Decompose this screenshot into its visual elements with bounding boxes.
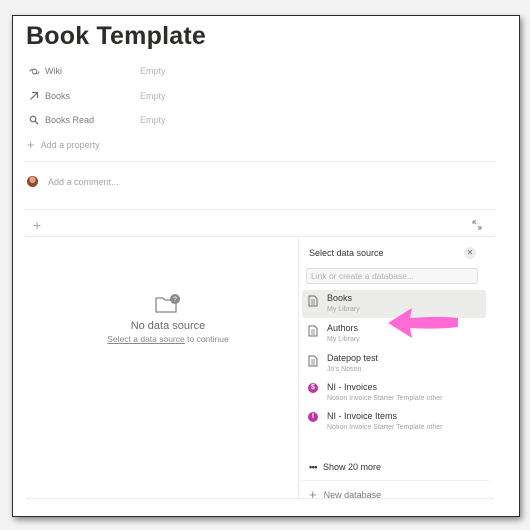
data-source-item-ni-invoice-items[interactable]: I NI - Invoice Items Notion Invoice Star… — [302, 408, 486, 436]
item-name: Authors — [327, 323, 359, 333]
page-title[interactable]: Book Template — [26, 22, 206, 51]
property-label: Books — [45, 91, 71, 101]
notion-page-window: Book Template Wiki Empty Books Empty Boo… — [12, 15, 520, 517]
plus-icon: + — [309, 487, 317, 502]
divider — [26, 498, 494, 499]
item-name: NI - Invoice Items — [327, 411, 398, 421]
select-data-source-panel: Select data source ✕ Link or create a da… — [298, 237, 495, 502]
property-value[interactable]: Empty — [140, 115, 166, 125]
divider — [26, 209, 494, 210]
page-icon — [308, 324, 319, 337]
property-value[interactable]: Empty — [140, 91, 166, 101]
item-name: Datepop test — [327, 353, 379, 363]
divider — [302, 480, 489, 481]
property-label: Wiki — [45, 66, 62, 76]
database-search-input[interactable]: Link or create a database... — [306, 268, 478, 284]
property-row-wiki[interactable]: Wiki Empty — [27, 61, 166, 81]
data-source-item-datepop-test[interactable]: Datepop test Jo's Notion — [302, 350, 486, 378]
avatar — [27, 176, 38, 187]
divider — [26, 161, 494, 162]
close-icon[interactable]: ✕ — [464, 247, 476, 259]
item-workspace: Jo's Notion — [327, 366, 362, 373]
item-workspace: My Library — [327, 306, 360, 313]
item-name: NI - Invoices — [327, 382, 378, 392]
plus-icon: + — [27, 137, 35, 152]
item-icon: I — [308, 412, 319, 424]
add-property-label: Add a property — [40, 139, 100, 150]
property-label: Books Read — [45, 115, 95, 125]
property-value[interactable]: Empty — [140, 66, 166, 76]
empty-state-title: No data source — [130, 320, 206, 332]
item-name: Books — [327, 293, 353, 303]
relation-icon — [27, 67, 41, 76]
select-data-source-link[interactable]: Select a data source — [107, 334, 185, 344]
panel-title: Select data source — [309, 248, 384, 258]
show-more-label: Show 20 more — [322, 462, 381, 472]
data-source-item-ni-invoices[interactable]: $ NI - Invoices Notion Invoice Starter T… — [302, 379, 486, 407]
add-block-plus-icon[interactable]: + — [33, 217, 41, 233]
property-row-books[interactable]: Books Empty — [27, 86, 166, 106]
folder-question-icon: ? — [155, 294, 180, 313]
new-database-button[interactable]: + New database — [309, 487, 381, 502]
svg-text:?: ? — [173, 297, 177, 304]
search-icon — [27, 115, 41, 125]
empty-state: ? No data source Select a data source to… — [93, 293, 243, 344]
item-workspace: My Library — [327, 336, 360, 343]
page-icon — [308, 354, 319, 367]
more-dots-icon: ••• — [309, 462, 317, 472]
show-more-button[interactable]: ••• Show 20 more — [309, 462, 381, 472]
item-workspace: Notion Invoice Starter Template other — [327, 424, 443, 431]
dollar-icon: $ — [308, 383, 319, 395]
page-icon — [308, 294, 319, 307]
item-workspace: Notion Invoice Starter Template other — [327, 395, 443, 402]
expand-icon[interactable] — [472, 220, 482, 233]
comment-input[interactable]: Add a comment... — [27, 176, 119, 187]
empty-state-hint: Select a data source to continue — [93, 334, 243, 344]
arrow-up-right-icon — [27, 91, 41, 101]
add-property-button[interactable]: + Add a property — [27, 137, 100, 152]
empty-state-suffix: to continue — [184, 334, 229, 344]
annotation-arrow-icon — [388, 308, 458, 338]
comment-placeholder: Add a comment... — [48, 176, 119, 187]
property-row-books-read[interactable]: Books Read Empty — [27, 110, 166, 130]
